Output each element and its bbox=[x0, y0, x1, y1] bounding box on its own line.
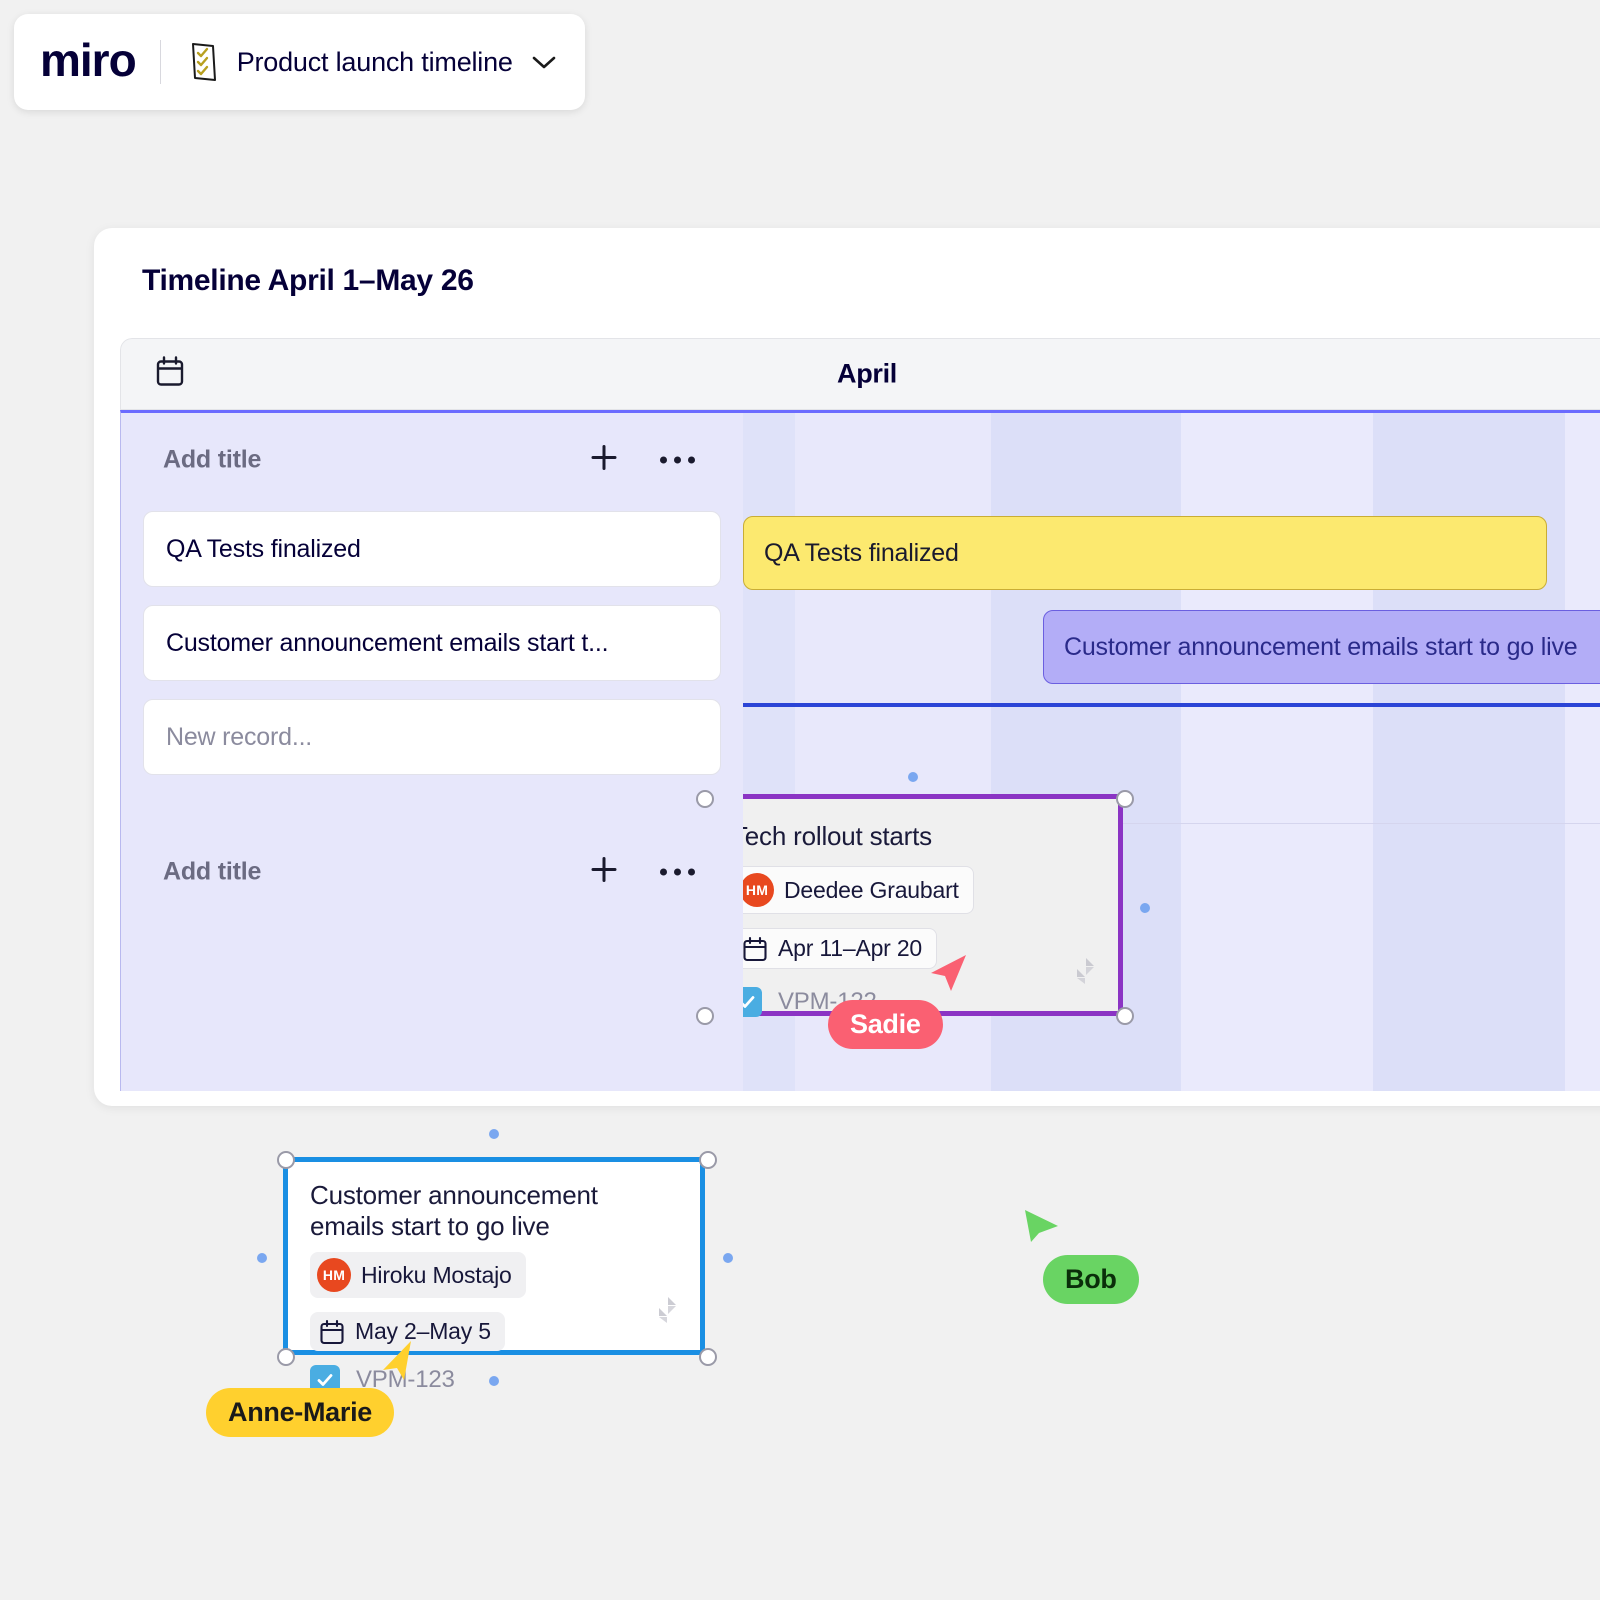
card-assignee-chip[interactable]: HM Deedee Graubart bbox=[732, 866, 974, 915]
card-date-chip[interactable]: Apr 11–Apr 20 bbox=[732, 928, 938, 970]
resize-handle-tr[interactable] bbox=[1116, 790, 1134, 808]
lane-title[interactable]: Add title bbox=[163, 446, 261, 475]
task-card-tech-rollout[interactable]: Tech rollout starts HM Deedee Graubart A… bbox=[701, 794, 1123, 1018]
alignment-guide-dot bbox=[1140, 903, 1150, 913]
timeline-bar-label: Customer announcement emails start to go… bbox=[1064, 632, 1578, 661]
jira-icon bbox=[1066, 956, 1096, 991]
timeline-left-column: Add title QA Tests finalized Customer an… bbox=[121, 413, 743, 1091]
avatar: HM bbox=[740, 873, 774, 908]
checklist-icon bbox=[187, 41, 221, 83]
timeline-grid-header: April bbox=[120, 338, 1600, 410]
new-record-input[interactable]: New record... bbox=[143, 699, 721, 775]
cursor-anne-marie bbox=[378, 1338, 424, 1389]
date-range: Apr 11–Apr 20 bbox=[778, 935, 923, 962]
miro-logo[interactable]: miro bbox=[40, 37, 160, 83]
cursor-label-bob: Bob bbox=[1043, 1255, 1139, 1304]
resize-handle-br[interactable] bbox=[1116, 1007, 1134, 1025]
calendar-icon bbox=[742, 936, 768, 962]
timeline-bar-label: QA Tests finalized bbox=[764, 538, 959, 567]
cursor-bob bbox=[1020, 1205, 1066, 1256]
lane-header-2: Add title bbox=[121, 825, 743, 919]
app-header-bar: miro Product launch timeline bbox=[14, 14, 585, 110]
lane-header-1: Add title bbox=[121, 413, 743, 507]
record-row-customer-announcement[interactable]: Customer announcement emails start t... bbox=[143, 605, 721, 681]
alignment-guide-dot bbox=[257, 1253, 267, 1263]
resize-handle-bl[interactable] bbox=[277, 1348, 295, 1366]
alignment-guide-dot bbox=[908, 772, 918, 782]
lane-title[interactable]: Add title bbox=[163, 858, 261, 887]
jira-icon bbox=[648, 1295, 678, 1330]
resize-handle-tr[interactable] bbox=[699, 1151, 717, 1169]
alignment-guide-dot bbox=[723, 1253, 733, 1263]
assignee-name: Hiroku Mostajo bbox=[361, 1261, 512, 1288]
card-assignee-chip[interactable]: HM Hiroku Mostajo bbox=[310, 1252, 526, 1299]
cursor-label-sadie: Sadie bbox=[828, 1000, 943, 1049]
add-record-button[interactable] bbox=[589, 855, 619, 890]
card-title: Tech rollout starts bbox=[732, 821, 932, 851]
chevron-down-icon[interactable] bbox=[531, 54, 557, 70]
lane-more-options-button[interactable] bbox=[660, 456, 695, 464]
assignee-name: Deedee Graubart bbox=[784, 876, 959, 903]
resize-handle-bl[interactable] bbox=[696, 1007, 714, 1025]
page-title: Timeline April 1–May 26 bbox=[142, 264, 474, 297]
alignment-guide-dot bbox=[489, 1376, 499, 1386]
cursor-sadie bbox=[925, 950, 971, 1001]
task-card-customer-announcement[interactable]: Customer announcement emails start to go… bbox=[283, 1157, 705, 1396]
alignment-guide-dot bbox=[489, 1129, 499, 1139]
cursor-label-anne-marie: Anne-Marie bbox=[206, 1388, 395, 1437]
resize-handle-tl[interactable] bbox=[696, 790, 714, 808]
resize-handle-br[interactable] bbox=[699, 1348, 717, 1366]
lane-more-options-button[interactable] bbox=[660, 868, 695, 876]
resize-handle-tl[interactable] bbox=[277, 1151, 295, 1169]
card-title: Customer announcement emails start to go… bbox=[310, 1180, 598, 1242]
month-label: April bbox=[837, 358, 898, 389]
header-divider bbox=[159, 40, 161, 84]
document-title[interactable]: Product launch timeline bbox=[237, 47, 513, 78]
timeline-bar-customer-announcement[interactable]: Customer announcement emails start to go… bbox=[1043, 610, 1600, 684]
timeline-bar-qa-tests[interactable]: QA Tests finalized bbox=[743, 516, 1547, 590]
avatar: HM bbox=[317, 1258, 351, 1293]
calendar-icon bbox=[319, 1319, 345, 1345]
record-label: Customer announcement emails start t... bbox=[166, 628, 609, 657]
record-label: QA Tests finalized bbox=[166, 534, 361, 563]
record-row-qa-tests[interactable]: QA Tests finalized bbox=[143, 511, 721, 587]
add-record-button[interactable] bbox=[589, 443, 619, 478]
new-record-placeholder: New record... bbox=[166, 722, 313, 751]
calendar-icon[interactable] bbox=[155, 356, 185, 393]
